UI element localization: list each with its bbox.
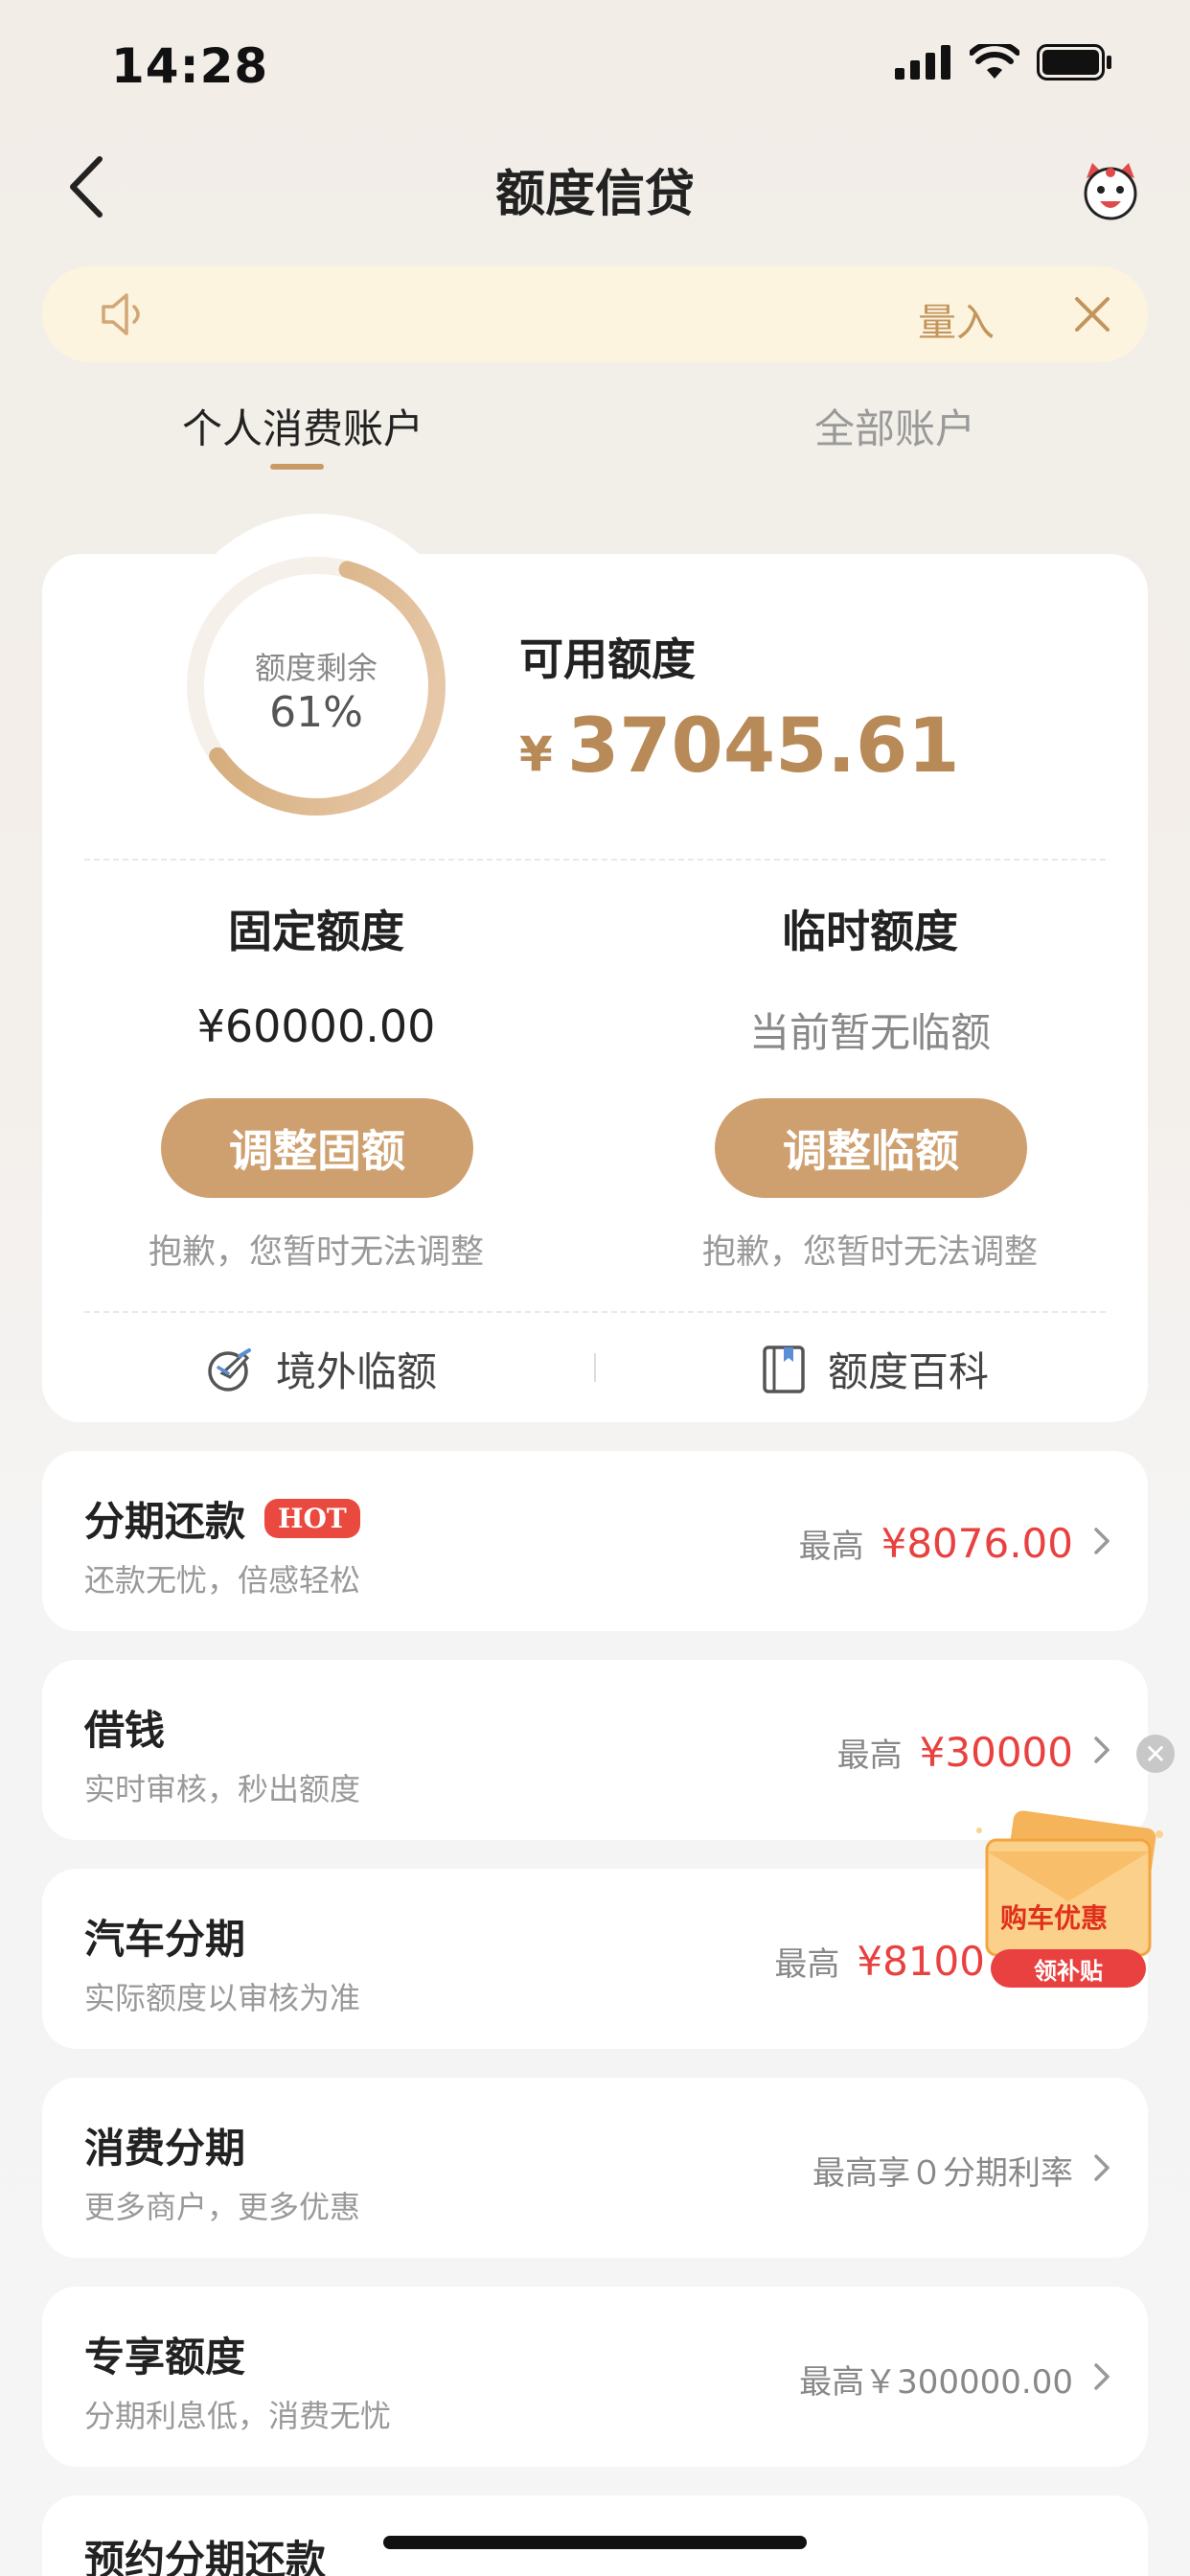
status-icons bbox=[895, 44, 1113, 80]
list-item-amount: ¥8076.00 bbox=[881, 1520, 1073, 1567]
remaining-label: 额度剩余 bbox=[254, 650, 378, 686]
list-item-subtitle: 实时审核，秒出额度 bbox=[84, 1771, 361, 1807]
temporary-credit-note: 抱歉，您暂时无法调整 bbox=[701, 1233, 1038, 1272]
list-item-prefix: 最高 bbox=[836, 1736, 903, 1775]
list-item-title: 消费分期 bbox=[84, 2125, 246, 2172]
fixed-credit-title: 固定额度 bbox=[228, 906, 404, 957]
divider-dashed bbox=[84, 1311, 1106, 1313]
tab-personal-account[interactable]: 个人消费账户 bbox=[182, 397, 423, 455]
promo-claim-button[interactable]: 领补贴 bbox=[991, 1949, 1146, 1988]
overseas-temporary-link[interactable]: 境外临额 bbox=[205, 1340, 437, 1398]
divider-dashed bbox=[84, 859, 1106, 861]
adjust-temporary-button[interactable]: 调整临额 bbox=[715, 1098, 1027, 1198]
promo-close-button[interactable]: ✕ bbox=[1136, 1735, 1175, 1773]
tab-all-accounts[interactable]: 全部账户 bbox=[814, 397, 975, 455]
list-item-offer: 最高￥300000.00 bbox=[799, 2363, 1073, 2402]
chevron-right-icon bbox=[1094, 1528, 1110, 1554]
overseas-temporary-label: 境外临额 bbox=[276, 1348, 438, 1395]
book-icon bbox=[763, 1345, 805, 1393]
list-item-offer: 最高享０分期利率 bbox=[812, 2154, 1073, 2193]
list-item-prefix: 最高 bbox=[774, 1945, 840, 1984]
notice-bar[interactable]: 量入 bbox=[42, 266, 1148, 362]
temporary-credit-value: 当前暂无临额 bbox=[748, 1009, 991, 1056]
status-time: 14:28 bbox=[111, 38, 269, 94]
close-icon[interactable] bbox=[1071, 293, 1113, 335]
currency-symbol: ¥ bbox=[519, 726, 553, 782]
list-item-title: 专享额度 bbox=[84, 2334, 246, 2380]
fixed-credit-note: 抱歉，您暂时无法调整 bbox=[148, 1233, 484, 1272]
fixed-credit-value: ¥60000.00 bbox=[196, 1000, 436, 1052]
chevron-right-icon bbox=[1094, 2363, 1110, 2390]
list-item-title: 借钱 bbox=[84, 1707, 166, 1754]
list-item-subtitle: 还款无忧，倍感轻松 bbox=[84, 1562, 361, 1598]
speaker-icon bbox=[102, 293, 140, 335]
list-item-subtitle: 更多商户，更多优惠 bbox=[84, 2189, 361, 2225]
credit-encyclopedia-label: 额度百科 bbox=[828, 1348, 990, 1395]
notice-text: 量入 bbox=[918, 301, 995, 345]
list-item-consumer-installment[interactable]: 消费分期 更多商户，更多优惠 最高享０分期利率 bbox=[42, 2078, 1148, 2258]
home-indicator bbox=[383, 2536, 807, 2549]
credit-encyclopedia-link[interactable]: 额度百科 bbox=[761, 1340, 989, 1398]
links-divider bbox=[594, 1353, 596, 1382]
list-item-title: 分期还款 bbox=[84, 1498, 246, 1545]
list-item-prefix: 最高 bbox=[798, 1528, 864, 1566]
list-item-installment-repayment[interactable]: 分期还款 HOT 还款无忧，倍感轻松 最高 ¥8076.00 bbox=[42, 1451, 1148, 1631]
chevron-right-icon bbox=[1094, 1736, 1110, 1763]
plane-globe-icon bbox=[208, 1347, 251, 1392]
mascot-icon[interactable] bbox=[1077, 157, 1144, 224]
list-item-amount: ¥30000 bbox=[919, 1729, 1073, 1776]
signal-icon bbox=[895, 45, 950, 80]
chevron-right-icon bbox=[1094, 2154, 1110, 2181]
remaining-percent: 61% bbox=[269, 688, 363, 737]
hot-badge: HOT bbox=[264, 1499, 360, 1538]
list-item-title: 汽车分期 bbox=[84, 1916, 246, 1963]
list-item-subtitle: 分期利息低，消费无忧 bbox=[84, 2398, 392, 2434]
adjust-fixed-button[interactable]: 调整固额 bbox=[161, 1098, 473, 1198]
list-item-title: 预约分期还款 bbox=[84, 2537, 327, 2576]
list-item-subtitle: 实际额度以审核为准 bbox=[84, 1980, 361, 2016]
page-title: 额度信贷 bbox=[494, 166, 695, 223]
tab-active-indicator bbox=[270, 464, 324, 470]
list-item-amount: ¥8100 bbox=[857, 1938, 985, 1985]
list-item-exclusive-credit[interactable]: 专享额度 分期利息低，消费无忧 最高￥300000.00 bbox=[42, 2287, 1148, 2467]
wifi-icon bbox=[970, 44, 1019, 79]
available-amount: 37045.61 bbox=[567, 703, 960, 790]
promo-title: 购车优惠 bbox=[999, 1902, 1108, 1934]
battery-icon bbox=[1037, 44, 1111, 80]
available-label: 可用额度 bbox=[519, 633, 696, 685]
temporary-credit-title: 临时额度 bbox=[782, 906, 958, 957]
